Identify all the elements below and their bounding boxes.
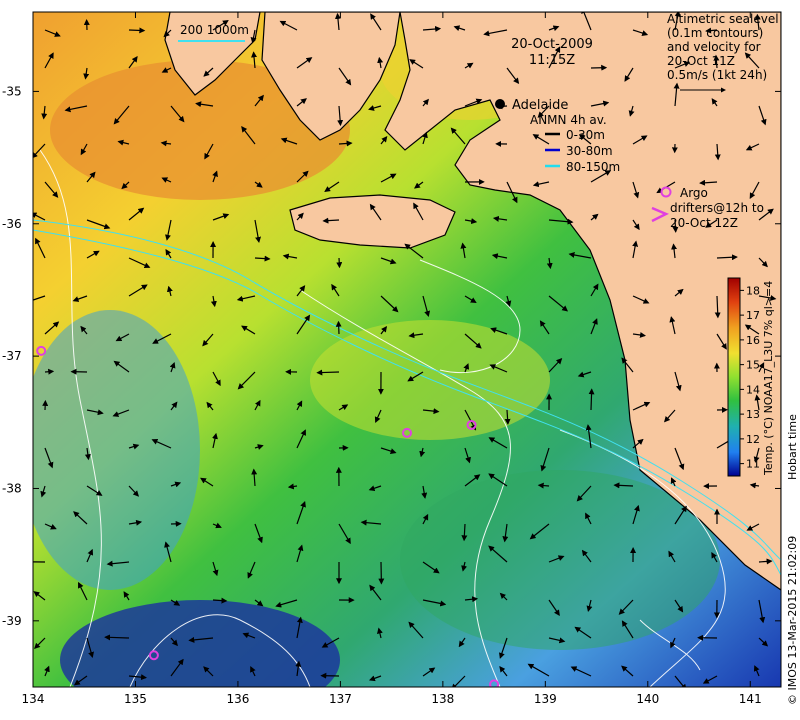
velocity-arrow — [537, 482, 550, 489]
sst-map: 200 1000m 20-Oct-2009 11:15Z Altimetric … — [2, 11, 799, 706]
legend-label: 0-30m — [566, 128, 605, 142]
map-time: 11:15Z — [529, 53, 575, 68]
adelaide-marker — [495, 99, 505, 109]
scale-label: 200 1000m — [180, 23, 249, 37]
sealevel-note-line: 0.5m/s (1kt 24h) — [667, 68, 767, 82]
y-tick-label: -39 — [2, 614, 22, 628]
x-tick-label: 136 — [226, 692, 249, 706]
sealevel-note-line: Altimetric sealevel — [667, 12, 779, 26]
x-tick-label: 139 — [534, 692, 557, 706]
x-tick-label: 141 — [739, 692, 762, 706]
colorbar-tick-label: 13 — [746, 408, 760, 421]
sealevel-note-line: and velocity for — [667, 40, 761, 54]
velocity-arrow — [316, 369, 340, 376]
x-tick-label: 140 — [636, 692, 659, 706]
y-tick-label: -38 — [2, 481, 22, 495]
plot-area — [33, 12, 781, 687]
colorbar-tick-label: 17 — [746, 309, 760, 322]
y-tick-label: -36 — [2, 217, 22, 231]
velocity-arrow — [335, 320, 342, 335]
sealevel-note-line: (0.1m contours) — [667, 26, 763, 40]
hobart-label: Hobart time — [786, 414, 799, 480]
y-tick-label: -35 — [2, 84, 22, 98]
colorbar-tick-label: 18 — [746, 284, 760, 297]
adelaide-label: Adelaide — [512, 98, 568, 113]
colorbar-tick-label: 11 — [746, 458, 760, 471]
y-tick-label: -37 — [2, 349, 22, 363]
colorbar-tick-label: 15 — [746, 359, 760, 372]
colorbar-tick-label: 12 — [746, 433, 760, 446]
velocity-arrow — [588, 388, 595, 411]
legend-label: 30-80m — [566, 144, 613, 158]
velocity-arrow — [104, 634, 130, 641]
colorbar-scale — [727, 277, 741, 477]
velocity-arrow — [128, 27, 146, 34]
colorbar-tick-label: 14 — [746, 383, 760, 396]
x-tick-label: 138 — [431, 692, 454, 706]
cool-patch — [33, 310, 200, 590]
drifter-legend-label: 20-Oct 12Z — [670, 216, 738, 230]
cold-patch — [60, 600, 340, 687]
legend-label: 80-150m — [566, 160, 620, 174]
credit-label: © IMOS 13-Mar-2015 21:02:09 — [786, 536, 799, 705]
map-date: 20-Oct-2009 — [511, 37, 593, 52]
sealevel-note-line: 20-Oct 11Z — [667, 54, 735, 68]
anmn-title: ANMN 4h av. — [530, 113, 607, 127]
x-tick-label: 137 — [329, 692, 352, 706]
colorbar-label: Temp. (°C) NOAA17_L3U 7% ql>=4 — [762, 281, 775, 476]
velocity-arrow — [44, 368, 55, 375]
mid-patch — [310, 320, 550, 440]
argo-legend-label: Argo — [680, 186, 708, 200]
drifter-legend-label: drifters@12h to — [670, 201, 764, 215]
velocity-arrow — [336, 257, 343, 269]
x-tick-label: 135 — [124, 692, 147, 706]
colorbar-tick-label: 16 — [746, 334, 760, 347]
x-tick-label: 134 — [22, 692, 45, 706]
